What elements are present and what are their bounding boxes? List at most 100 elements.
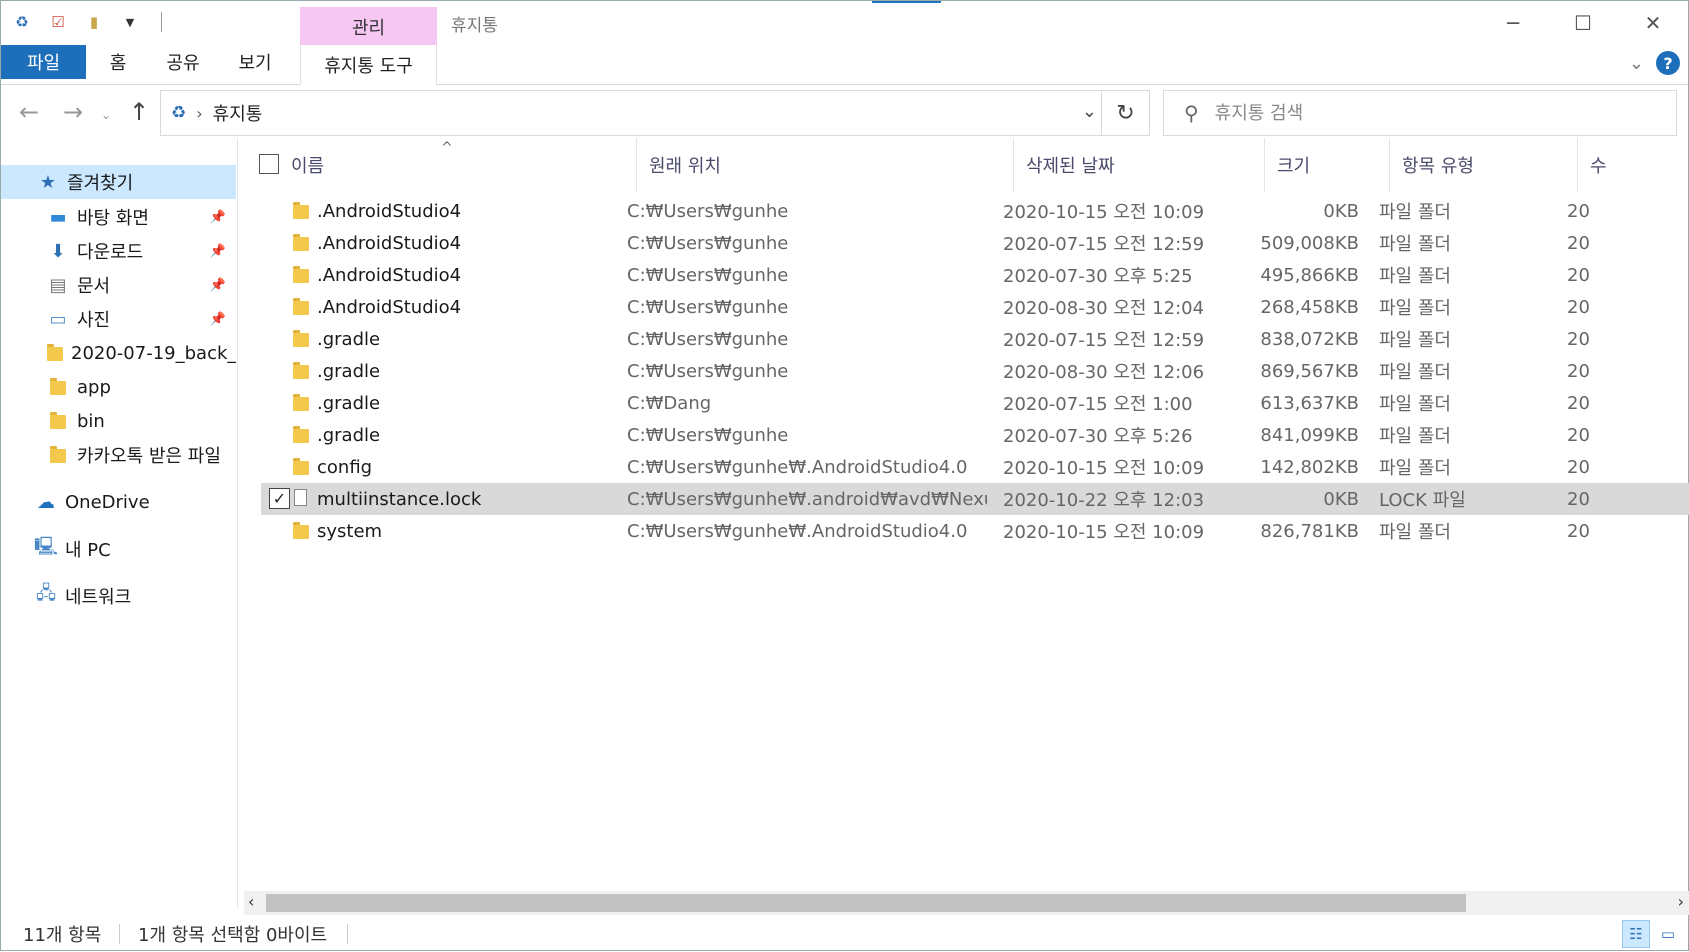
expand-ribbon-icon[interactable]: ⌄ (1629, 53, 1644, 74)
column-header-date-deleted[interactable]: 삭제된 날짜 (1014, 138, 1265, 192)
pin-icon[interactable]: 📌 (210, 244, 226, 259)
scroll-left-icon[interactable]: ‹ (248, 892, 254, 911)
nav-item-this-pc[interactable]: 🖳 내 PC (1, 532, 236, 566)
table-row[interactable]: .AndroidStudio4 C:₩Users₩gunhe 2020-10-15 … (261, 195, 1689, 227)
breadcrumb-recycle-bin[interactable]: 휴지통 (213, 100, 263, 126)
search-input[interactable] (1214, 102, 1635, 124)
table-row[interactable]: config C:₩Users₩gunhe₩.AndroidStudio4.0 20… (261, 451, 1689, 483)
scroll-thumb[interactable] (266, 894, 1466, 912)
nav-item-folder[interactable]: 2020-07-19_back_lo (1, 336, 236, 370)
column-header-original-location[interactable]: 원래 위치 (637, 138, 1014, 192)
recent-locations-icon[interactable]: ⌄ (101, 108, 111, 122)
table-row[interactable]: .AndroidStudio4 C:₩Users₩gunhe 2020-08-30 … (261, 291, 1689, 323)
nav-item-label: 다운로드 (77, 242, 144, 263)
item-type: 파일 폴더 (1379, 234, 1451, 255)
table-row[interactable]: .AndroidStudio4 C:₩Users₩gunhe 2020-07-30 … (261, 259, 1689, 291)
nav-item-folder[interactable]: bin (1, 404, 236, 438)
nav-item-downloads[interactable]: ⬇ 다운로드 📌 (1, 234, 236, 268)
original-location: C:₩Users₩gunhe (627, 328, 789, 350)
up-arrow-icon[interactable]: ↑ (129, 98, 149, 126)
nav-item-label: 카카오톡 받은 파일 (77, 446, 221, 467)
scroll-right-icon[interactable]: › (1678, 892, 1684, 911)
star-icon: ★ (39, 171, 57, 193)
pin-icon[interactable]: 📌 (210, 278, 226, 293)
pin-icon[interactable]: 📌 (210, 210, 226, 225)
window-title: 휴지통 (451, 16, 498, 36)
back-arrow-icon[interactable]: ← (19, 98, 39, 126)
maximize-button[interactable]: ☐ (1548, 1, 1618, 45)
file-name: multiinstance.lock (317, 488, 482, 510)
nav-item-network[interactable]: 🖧 네트워크 (1, 579, 236, 613)
table-row[interactable]: .gradle C:₩Users₩gunhe 2020-07-30 오후 5:26 8… (261, 419, 1689, 451)
nav-item-favorites[interactable]: ★ 즐겨찾기 (1, 165, 236, 199)
refresh-icon[interactable]: ↻ (1101, 91, 1149, 135)
date-deleted: 2020-07-30 오후 5:25 (1003, 266, 1193, 287)
column-header-name[interactable]: 이름 (239, 138, 637, 192)
close-button[interactable]: ✕ (1618, 1, 1688, 45)
minimize-button[interactable]: ─ (1478, 1, 1548, 45)
table-row[interactable]: ✓ multiinstance.lock C:₩Users₩gunhe₩.andro… (261, 483, 1689, 515)
table-row[interactable]: system C:₩Users₩gunhe₩.AndroidStudio4.0 20… (261, 515, 1689, 547)
navigation-pane: ★ 즐겨찾기 ▬ 바탕 화면 📌 ⬇ 다운로드 📌 ▤ 문서 📌 ▭ 사진 📌 … (1, 138, 238, 908)
ribbon-tabs: 파일 홈 공유 보기 휴지통 도구 ⌄ ? (1, 45, 1688, 85)
tab-share[interactable]: 공유 (151, 45, 215, 79)
address-dropdown-icon[interactable]: ⌄ (1082, 101, 1097, 122)
file-size: 0KB (1323, 200, 1359, 222)
accent-line (872, 1, 941, 3)
column-header-row: 이름 ^ 원래 위치 삭제된 날짜 크기 항목 유형 수 (239, 138, 1689, 192)
properties-icon[interactable]: ☑ (47, 11, 69, 33)
nav-item-documents[interactable]: ▤ 문서 📌 (1, 268, 236, 302)
item-type: 파일 폴더 (1379, 362, 1451, 383)
manage-context-tab[interactable]: 관리 (300, 7, 437, 46)
item-type: LOCK 파일 (1379, 490, 1466, 511)
column-header-type[interactable]: 항목 유형 (1390, 138, 1578, 192)
column-header-date-modified[interactable]: 수 (1578, 138, 1689, 192)
nav-item-folder[interactable]: app (1, 370, 236, 404)
details-view-icon[interactable]: ☷ (1622, 920, 1650, 948)
nav-item-label: 사진 (77, 310, 111, 331)
nav-item-label: bin (77, 410, 105, 432)
help-icon[interactable]: ? (1656, 51, 1680, 75)
recycle-bin-icon: ♻ (15, 13, 29, 31)
folder-icon (47, 344, 63, 361)
customize-toolbar-icon[interactable]: ▼ (119, 11, 141, 33)
table-row[interactable]: .gradle C:₩Dang 2020-07-15 오전 1:00 613,637K… (261, 387, 1689, 419)
row-checkbox[interactable]: ✓ (269, 488, 290, 509)
breadcrumb-chevron-icon[interactable]: › (196, 104, 202, 123)
folder-icon (293, 458, 309, 479)
file-name: system (317, 520, 383, 542)
tab-file[interactable]: 파일 (1, 45, 86, 79)
search-box[interactable]: ⚲ (1163, 90, 1677, 136)
nav-item-label: 바탕 화면 (77, 208, 149, 229)
file-name: config (317, 456, 373, 478)
nav-item-desktop[interactable]: ▬ 바탕 화면 📌 (1, 200, 236, 234)
folder-icon (47, 412, 69, 429)
date-deleted: 2020-08-30 오전 12:04 (1003, 298, 1205, 319)
nav-item-pictures[interactable]: ▭ 사진 📌 (1, 302, 236, 336)
large-icons-view-icon[interactable]: ▭ (1654, 920, 1682, 948)
nav-item-label: OneDrive (65, 491, 150, 513)
original-location: C:₩Users₩gunhe₩.AndroidStudio4.0 (627, 456, 968, 478)
item-type: 파일 폴더 (1379, 522, 1451, 543)
nav-item-onedrive[interactable]: ☁ OneDrive (1, 485, 236, 519)
tab-recycle-bin-tools[interactable]: 휴지통 도구 (300, 45, 437, 85)
address-bar[interactable]: ♻ › 휴지통 ⌄ ↻ (160, 90, 1150, 136)
desktop-icon: ▬ (49, 206, 67, 228)
file-size: 841,099KB (1260, 424, 1359, 446)
tab-view[interactable]: 보기 (223, 45, 287, 79)
table-row[interactable]: .gradle C:₩Users₩gunhe 2020-08-30 오전 12:06… (261, 355, 1689, 387)
column-header-label: 삭제된 날짜 (1026, 156, 1115, 177)
new-folder-icon[interactable]: ▮ (83, 11, 105, 33)
nav-item-folder[interactable]: 카카오톡 받은 파일 (1, 438, 236, 472)
table-row[interactable]: .gradle C:₩Users₩gunhe 2020-07-15 오전 12:59… (261, 323, 1689, 355)
tab-home[interactable]: 홈 (91, 45, 145, 79)
file-size: 869,567KB (1260, 360, 1359, 382)
column-header-label: 크기 (1277, 156, 1311, 177)
pin-icon[interactable]: 📌 (210, 312, 226, 327)
folder-icon (293, 394, 309, 415)
forward-arrow-icon[interactable]: → (63, 98, 83, 126)
table-row[interactable]: .AndroidStudio4 C:₩Users₩gunhe 2020-07-15 … (261, 227, 1689, 259)
horizontal-scrollbar[interactable]: ‹ › (244, 891, 1689, 915)
folder-icon (293, 362, 309, 383)
column-header-size[interactable]: 크기 (1265, 138, 1390, 192)
